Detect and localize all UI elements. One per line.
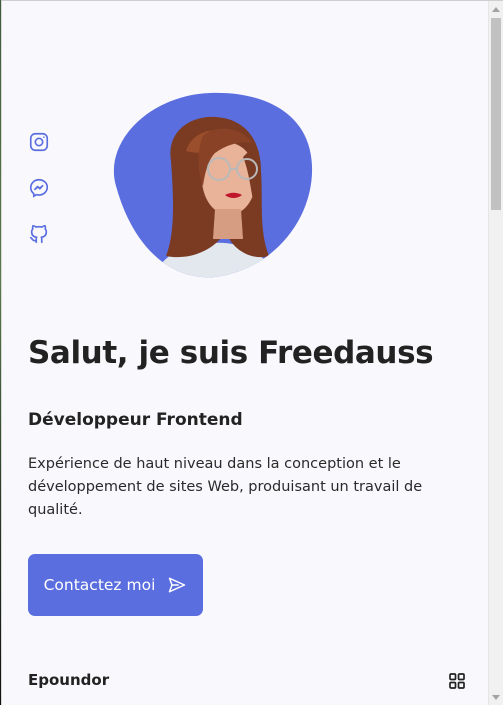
github-link[interactable] bbox=[28, 223, 50, 245]
grid-menu-button[interactable] bbox=[448, 672, 466, 690]
scrollbar-thumb[interactable] bbox=[491, 18, 501, 210]
scroll-down-arrow-icon[interactable] bbox=[492, 695, 500, 700]
contact-button[interactable]: Contactez moi bbox=[28, 554, 203, 616]
profile-photo bbox=[113, 92, 313, 278]
scroll-up-arrow-icon[interactable] bbox=[492, 7, 500, 12]
send-icon bbox=[169, 577, 186, 593]
messenger-icon bbox=[29, 178, 49, 198]
github-icon bbox=[29, 224, 48, 244]
hero-title: Salut, je suis Freedauss bbox=[28, 335, 434, 371]
browser-window: Salut, je suis Freedauss Développeur Fro… bbox=[1, 0, 503, 705]
vertical-scrollbar[interactable] bbox=[488, 1, 503, 705]
grid-menu-icon bbox=[449, 673, 465, 689]
profile-blob bbox=[111, 91, 313, 278]
contact-button-label: Contactez moi bbox=[43, 576, 156, 594]
instagram-link[interactable] bbox=[28, 131, 50, 153]
footer-brand[interactable]: Epoundor bbox=[28, 671, 109, 689]
hero-description: Expérience de haut niveau dans la concep… bbox=[28, 456, 423, 518]
hero-subtitle: Développeur Frontend bbox=[28, 410, 243, 430]
messenger-link[interactable] bbox=[28, 177, 50, 199]
instagram-icon bbox=[29, 132, 49, 152]
